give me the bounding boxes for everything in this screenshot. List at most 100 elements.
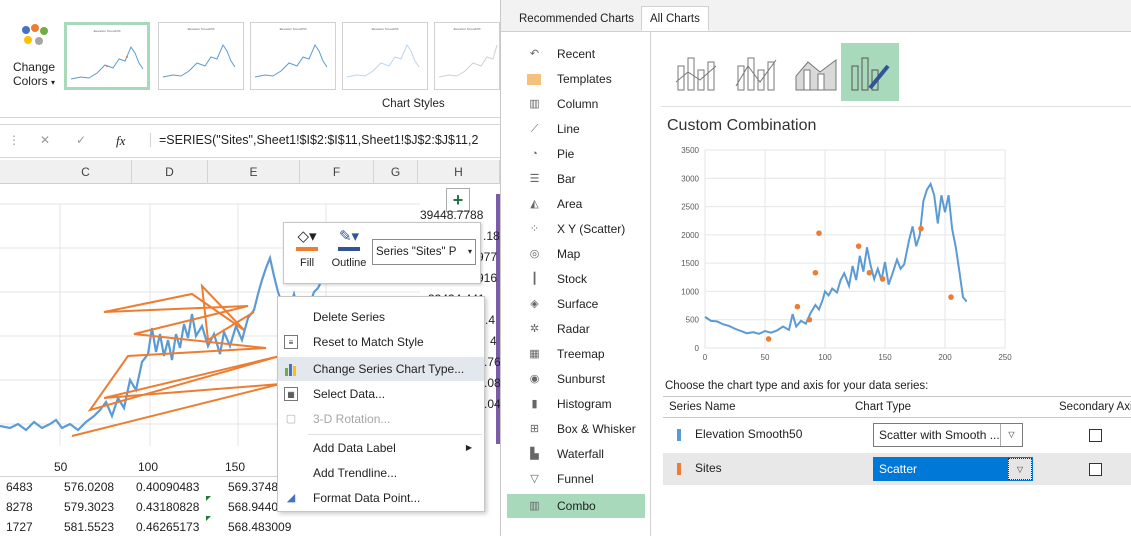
menu-add-trendline[interactable]: Add Trendline... <box>278 461 484 485</box>
chart-type-item[interactable]: ▙ Waterfall <box>507 442 645 466</box>
cancel-icon[interactable]: ✕ <box>40 133 50 147</box>
cell-d[interactable]: 579.3023 <box>64 500 114 514</box>
x-axis-tick: 150 <box>225 460 246 474</box>
chart-type-item[interactable]: ◎ Map <box>507 242 645 266</box>
h-cell[interactable]: 39448.7788 <box>420 208 483 222</box>
chart-style-2[interactable]: Elevation Smooth50 <box>158 22 244 90</box>
outline-button[interactable]: ✎▾ Outline <box>326 227 372 281</box>
chart-style-1[interactable]: Elevation Smooth50 <box>64 22 150 90</box>
series-selector-dropdown[interactable]: Series "Sites" P ▾ <box>372 239 476 265</box>
fill-button[interactable]: ◇▾ Fill <box>288 227 326 281</box>
cell-e[interactable]: 0.40090483 <box>136 480 199 494</box>
tab-all-charts[interactable]: All Charts <box>641 6 709 31</box>
y-tick-label: 3000 <box>681 174 699 183</box>
chart-type-item[interactable]: ◔ Pie <box>507 142 645 166</box>
menu-reset-style[interactable]: ≡ Reset to Match Style <box>278 330 484 354</box>
menu-delete-series[interactable]: Delete Series <box>278 305 484 329</box>
chart-type-item[interactable]: ⟋ Line <box>507 117 645 141</box>
menu-select-data[interactable]: ▦ Select Data... <box>278 382 484 406</box>
sites-series-line[interactable] <box>71 283 281 437</box>
column-header[interactable]: E <box>208 160 300 184</box>
column-header[interactable]: G <box>374 160 418 184</box>
series-point <box>806 316 813 323</box>
thumb-chart-icon <box>162 43 236 78</box>
series-point <box>948 294 954 300</box>
line-chart-icon: ⟋ <box>530 123 539 135</box>
series-point <box>855 243 862 249</box>
cell-c[interactable]: 1727 <box>6 520 33 534</box>
cell-c[interactable]: 8278 <box>6 500 33 514</box>
y-tick-label: 500 <box>686 316 700 325</box>
h-cell[interactable]: .08 <box>484 376 500 390</box>
h-cell[interactable]: .76 <box>484 355 500 369</box>
chart-type-item[interactable]: ☰ Bar <box>507 167 645 191</box>
x-tick-label: 200 <box>938 353 952 362</box>
cell-d[interactable]: 576.0208 <box>64 480 114 494</box>
combo-stacked-area-column-button[interactable] <box>787 43 845 101</box>
bar-chart-icon <box>284 362 298 376</box>
chart-type-item[interactable]: ⊞ Box & Whisker <box>507 417 645 441</box>
pen-icon: ✎▾ <box>338 228 360 245</box>
cell-e[interactable]: 0.46265173 <box>136 520 199 534</box>
chart-type-item[interactable]: ⁘ X Y (Scatter) <box>507 217 645 241</box>
chart-design-ribbon: Change Colors ▾ Elevation Smooth50 Eleva… <box>0 0 500 118</box>
column-header[interactable]: F <box>300 160 374 184</box>
custom-combination-button[interactable] <box>841 43 899 101</box>
chart-type-item[interactable]: ▽ Funnel <box>507 467 645 491</box>
series-point <box>765 336 772 342</box>
menu-change-chart-type[interactable]: Change Series Chart Type... <box>278 357 484 381</box>
column-header[interactable]: C <box>40 160 132 184</box>
chevron-right-icon: ▶ <box>465 443 472 452</box>
chart-type-item[interactable]: ▮ Histogram <box>507 392 645 416</box>
series-name: Elevation Smooth50 <box>695 427 803 441</box>
formula-input[interactable]: =SERIES("Sites",Sheet1!$I$2:$I$11,Sheet1… <box>150 133 478 147</box>
chart-type-item[interactable]: ▥ Column <box>507 92 645 116</box>
chart-type-item[interactable]: ◈ Surface <box>507 292 645 316</box>
chart-type-item-combo[interactable]: ▥ Combo <box>507 494 645 518</box>
chart-style-3[interactable]: Elevation Smooth50 <box>250 22 336 90</box>
series-point <box>794 303 801 310</box>
cell-d[interactable]: 581.5523 <box>64 520 114 534</box>
thumb-chart-icon <box>438 44 498 78</box>
cell-f[interactable]: 568.9440 <box>228 500 278 514</box>
chart-type-item[interactable]: ┃ Stock <box>507 267 645 291</box>
select-data-icon: ▦ <box>284 387 298 401</box>
chart-type-item[interactable]: Templates <box>507 67 645 91</box>
column-header[interactable]: H <box>418 160 500 184</box>
enter-icon[interactable]: ✓ <box>76 133 86 147</box>
h-cell[interactable]: 4 <box>490 334 497 348</box>
secondary-axis-checkbox[interactable] <box>1089 463 1102 476</box>
insert-function-button[interactable]: fx <box>116 133 125 149</box>
chart-type-item[interactable]: ◭ Area <box>507 192 645 216</box>
fill-color-bar <box>296 247 318 251</box>
chart-type-label: Column <box>557 97 599 111</box>
tab-recommended-charts[interactable]: Recommended Charts <box>511 7 642 32</box>
cell-e[interactable]: 0.43180828 <box>136 500 199 514</box>
combo-clustered-column-line-button[interactable] <box>667 43 725 101</box>
column-header[interactable]: D <box>132 160 208 184</box>
chart-type-select[interactable]: Scatter ▽ <box>873 457 1033 481</box>
change-colors-button[interactable]: Change Colors ▾ <box>8 24 60 100</box>
chart-type-item[interactable]: ▦ Treemap <box>507 342 645 366</box>
chart-type-item[interactable]: ✲ Radar <box>507 317 645 341</box>
chart-type-label: Stock <box>557 272 588 286</box>
change-colors-label-2: Colors <box>12 74 48 88</box>
cell-f[interactable]: 569.3748 <box>228 480 278 494</box>
context-menu: Delete Series ≡ Reset to Match Style Chan… <box>277 296 485 512</box>
menu-add-data-label[interactable]: Add Data Label ▶ <box>278 436 484 460</box>
chart-type-select[interactable]: Scatter with Smooth ... ▽ <box>873 423 1023 447</box>
h-cell[interactable]: .18 <box>483 229 500 243</box>
cell-c[interactable]: 6483 <box>6 480 33 494</box>
chart-type-item[interactable]: ◉ Sunburst <box>507 367 645 391</box>
cell-f[interactable]: 568.483009 <box>228 520 291 534</box>
secondary-axis-checkbox[interactable] <box>1089 429 1102 442</box>
chart-type-item[interactable]: ↶ Recent <box>507 42 645 66</box>
h-cell[interactable]: .04 <box>484 397 500 411</box>
chart-style-5[interactable]: Elevation Smooth50 <box>434 22 500 90</box>
h-cell[interactable]: .4 <box>485 313 495 327</box>
menu-format-data-point[interactable]: ◢ Format Data Point... <box>278 486 484 510</box>
combo-column-line-secondary-button[interactable] <box>727 43 785 101</box>
change-chart-type-dialog: Recommended Charts All Charts ↶ Recent Te… <box>500 0 1131 536</box>
menu-label: Add Data Label <box>313 441 396 455</box>
chart-style-4[interactable]: Elevation Smooth50 <box>342 22 428 90</box>
